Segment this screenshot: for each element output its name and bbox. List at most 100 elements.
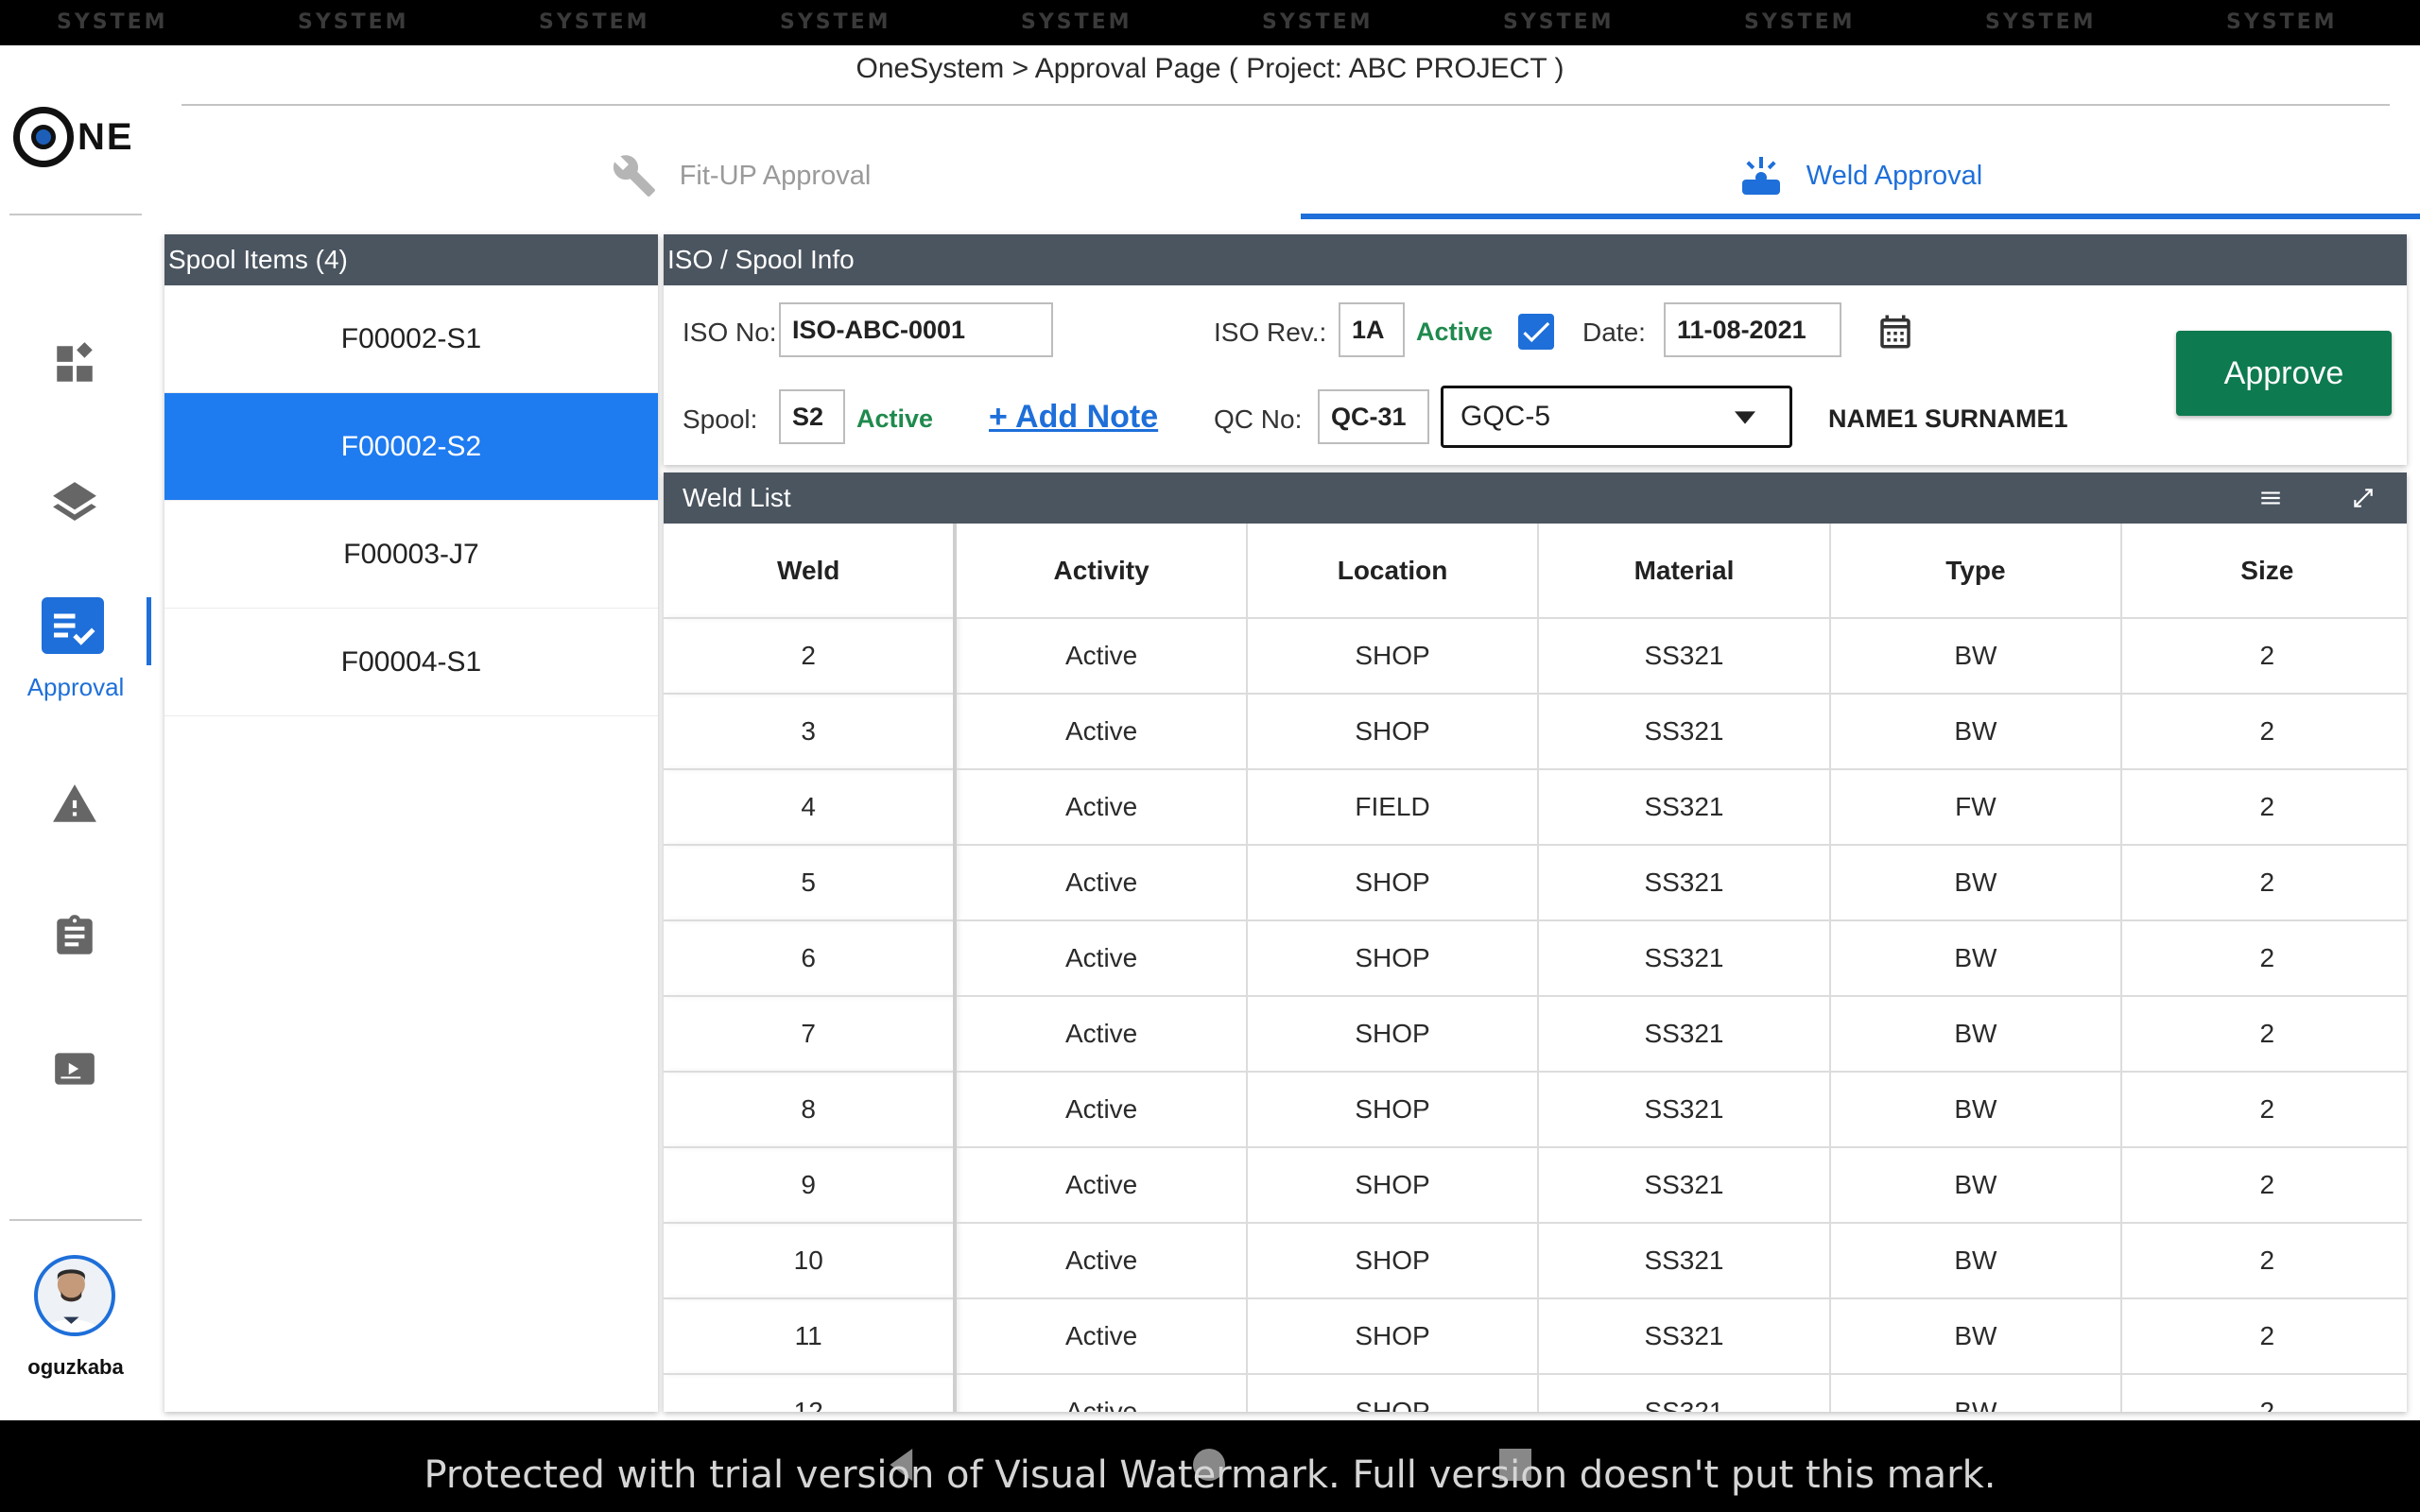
watermark-text: SYSTEM xyxy=(539,10,650,34)
weld-list-panel: Weld List Weld Activity Location Material Ty… xyxy=(664,472,2407,1412)
table-cell: BW xyxy=(1829,1223,2123,1299)
title-divider xyxy=(182,104,2390,106)
table-cell: SHOP xyxy=(1246,618,1540,695)
menu-icon[interactable] xyxy=(2257,486,2284,510)
table-cell: BW xyxy=(1829,845,2123,921)
column-header[interactable]: Type xyxy=(1829,524,2123,619)
table-cell: 4 xyxy=(664,769,958,846)
table-cell: Active xyxy=(955,920,1248,997)
table-cell: SS321 xyxy=(1538,1374,1831,1412)
list-item[interactable]: F00003-J7 xyxy=(164,501,658,609)
table-cell: Active xyxy=(955,845,1248,921)
table-cell: BW xyxy=(1829,1147,2123,1224)
warning-icon[interactable] xyxy=(51,781,98,828)
table-cell: 10 xyxy=(664,1223,958,1299)
table-cell: 2 xyxy=(2121,1374,2407,1412)
table-cell: Active xyxy=(955,769,1248,846)
check-icon xyxy=(1523,321,1550,343)
table-cell: 2 xyxy=(2121,1223,2407,1299)
spool-field[interactable]: S2 xyxy=(779,389,845,444)
table-cell: SS321 xyxy=(1538,1147,1831,1224)
table-row[interactable]: 4ActiveFIELDSS321FW25,54 xyxy=(664,769,2407,846)
table-row[interactable]: 9ActiveSHOPSS321BW25,54 xyxy=(664,1147,2407,1224)
table-row[interactable]: 12ActiveSHOPSS321BW25,54 xyxy=(664,1374,2407,1412)
watermark-text: SYSTEM xyxy=(780,10,891,34)
table-row[interactable]: 8ActiveSHOPSS321BW25,54 xyxy=(664,1072,2407,1148)
tab-fitup-approval[interactable]: Fit-UP Approval xyxy=(182,132,1301,219)
table-cell: SHOP xyxy=(1246,1374,1540,1412)
watermark-text: SYSTEM xyxy=(1021,10,1132,34)
approval-icon xyxy=(42,597,104,654)
app-logo[interactable]: NE xyxy=(13,104,136,170)
table-cell: FIELD xyxy=(1246,769,1540,846)
table-cell: SS321 xyxy=(1538,996,1831,1073)
list-item[interactable]: F00004-S1 xyxy=(164,609,658,716)
sidebar: Approval xyxy=(0,180,151,1418)
table-cell: BW xyxy=(1829,694,2123,770)
spool-items-panel: Spool Items (4) F00002-S1 F00002-S2 F000… xyxy=(164,234,658,1412)
tab-label: Fit-UP Approval xyxy=(679,160,872,191)
column-header[interactable]: Material xyxy=(1538,524,1831,619)
clipboard-icon[interactable] xyxy=(51,913,98,960)
list-item[interactable]: F00002-S2 xyxy=(164,393,658,501)
table-cell: Active xyxy=(955,1072,1248,1148)
gqc-select[interactable]: GQC-5 xyxy=(1441,386,1792,448)
approve-button[interactable]: Approve xyxy=(2176,331,2392,416)
table-row[interactable]: 6ActiveSHOPSS321BW25,54 xyxy=(664,920,2407,997)
table-cell: SS321 xyxy=(1538,769,1831,846)
table-cell: SHOP xyxy=(1246,1298,1540,1375)
dashboard-icon[interactable] xyxy=(51,340,98,387)
sidebar-item-approval[interactable]: Approval xyxy=(0,597,151,720)
table-cell: Active xyxy=(955,1223,1248,1299)
table-cell: SHOP xyxy=(1246,694,1540,770)
table-cell: 2 xyxy=(2121,1298,2407,1375)
iso-spool-info-panel: ISO / Spool Info ISO No: ISO-ABC-0001 IS… xyxy=(664,234,2407,465)
approver-name: NAME1 SURNAME1 xyxy=(1828,404,2068,433)
table-cell: 2 xyxy=(2121,1147,2407,1224)
table-cell: 3 xyxy=(664,694,958,770)
table-cell: SHOP xyxy=(1246,1072,1540,1148)
table-cell: Active xyxy=(955,996,1248,1073)
table-cell: 2 xyxy=(2121,1072,2407,1148)
tab-weld-approval[interactable]: Weld Approval xyxy=(1301,132,2420,219)
table-row[interactable]: 10ActiveSHOPSS321BW25,54 xyxy=(664,1223,2407,1299)
logo-ring-icon xyxy=(13,107,74,167)
table-cell: SS321 xyxy=(1538,618,1831,695)
list-item[interactable]: F00002-S1 xyxy=(164,285,658,393)
weld-table: WeldActivityLocationMaterialTypeSizeThic… xyxy=(664,524,2407,1412)
table-row[interactable]: 11ActiveSHOPSS321BW25,54 xyxy=(664,1298,2407,1375)
iso-rev-checkbox[interactable] xyxy=(1518,314,1554,350)
table-cell: SHOP xyxy=(1246,1147,1540,1224)
table-cell: 2 xyxy=(2121,845,2407,921)
date-label: Date: xyxy=(1582,318,1646,347)
table-cell: SS321 xyxy=(1538,1223,1831,1299)
iso-no-field[interactable]: ISO-ABC-0001 xyxy=(779,302,1053,357)
table-cell: SS321 xyxy=(1538,1072,1831,1148)
layers-icon[interactable] xyxy=(51,478,98,525)
add-note-link[interactable]: + Add Note xyxy=(989,399,1158,436)
table-row[interactable]: 3ActiveSHOPSS321BW25,54 xyxy=(664,694,2407,770)
welding-icon xyxy=(1741,157,1780,195)
sidebar-divider xyxy=(9,214,142,215)
table-cell: FW xyxy=(1829,769,2123,846)
table-cell: 6 xyxy=(664,920,958,997)
column-header[interactable]: Location xyxy=(1246,524,1540,619)
table-row[interactable]: 5ActiveSHOPSS321BW25,54 xyxy=(664,845,2407,921)
column-header[interactable]: Activity xyxy=(955,524,1248,619)
calendar-icon[interactable] xyxy=(1876,312,1915,352)
iso-rev-field[interactable]: 1A xyxy=(1339,302,1405,357)
table-row[interactable]: 2ActiveSHOPSS321BW25,54 xyxy=(664,618,2407,695)
expand-icon[interactable] xyxy=(2350,486,2377,510)
wrench-icon xyxy=(613,155,655,197)
shipping-icon[interactable] xyxy=(51,1045,98,1092)
panel-title: Weld List xyxy=(683,483,791,512)
sidebar-divider xyxy=(9,1219,142,1221)
qc-no-field[interactable]: QC-31 xyxy=(1318,389,1429,444)
column-header[interactable]: Weld xyxy=(664,524,958,619)
table-row[interactable]: 7ActiveSHOPSS321BW25,54 xyxy=(664,996,2407,1073)
table-cell: 12 xyxy=(664,1374,958,1412)
date-field[interactable]: 11-08-2021 xyxy=(1664,302,1841,357)
column-header[interactable]: Size xyxy=(2121,524,2407,619)
watermark-strip-top: SYSTEM SYSTEM SYSTEM SYSTEM SYSTEM SYSTEM SYST… xyxy=(0,0,2420,45)
avatar[interactable] xyxy=(34,1255,115,1336)
